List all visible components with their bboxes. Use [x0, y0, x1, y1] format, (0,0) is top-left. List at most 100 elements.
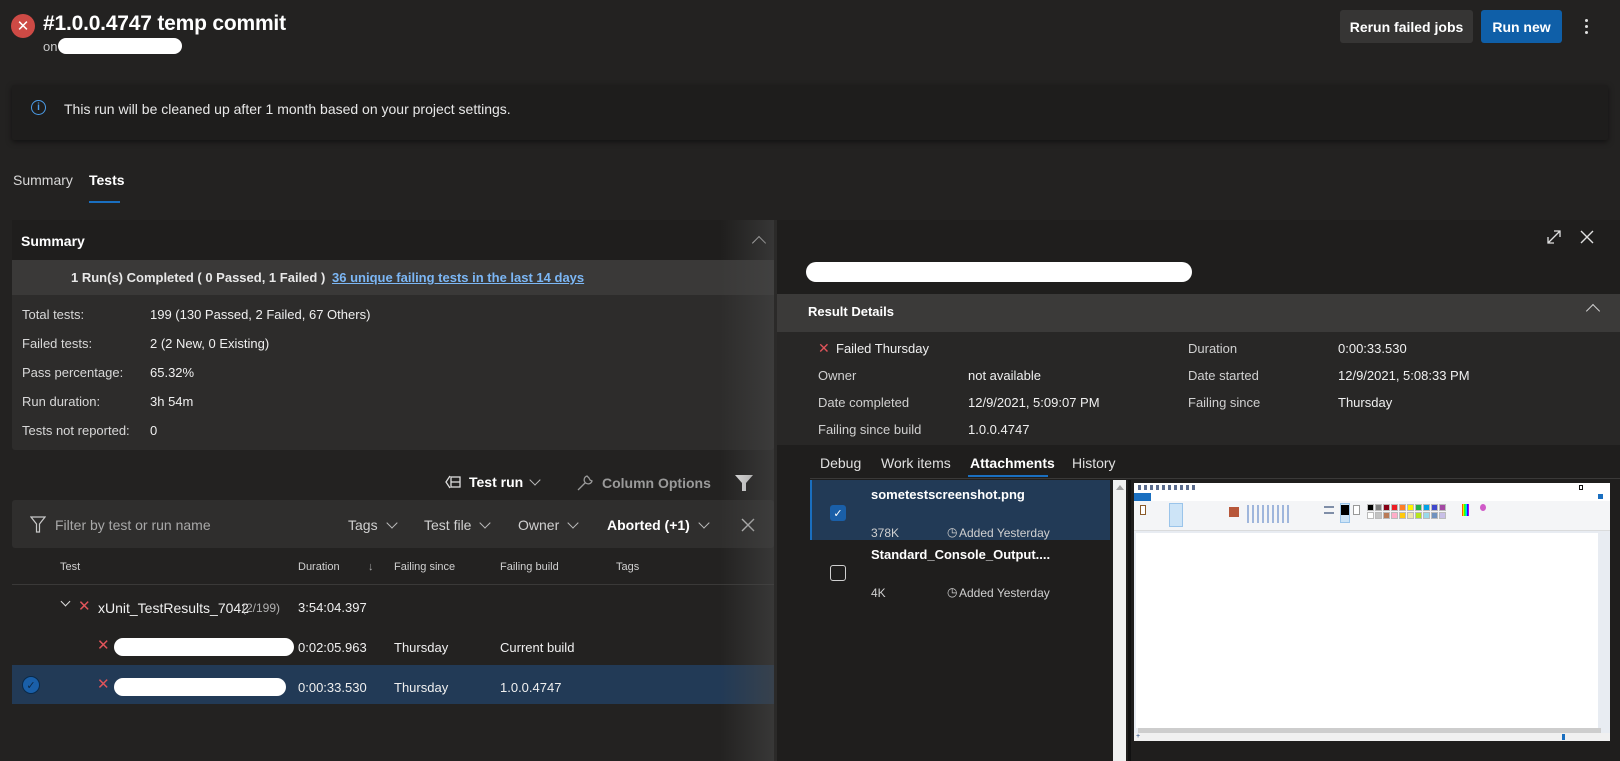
column-header-tags[interactable]: Tags [616, 561, 639, 573]
preview-color-swatch [1423, 504, 1430, 511]
preview-color-swatch [1375, 504, 1382, 511]
attachment-name[interactable]: sometestscreenshot.png [871, 487, 1025, 502]
close-panel-icon[interactable] [1578, 228, 1596, 246]
chevron-down-icon [385, 516, 398, 529]
test-run-group-duration: 3:54:04.397 [298, 600, 367, 615]
test-file-filter-label: Test file [424, 517, 472, 533]
column-header-failing-build[interactable]: Failing build [500, 561, 559, 573]
preview-window-button [1579, 485, 1583, 490]
attachment-name[interactable]: Standard_Console_Output.... [871, 547, 1050, 562]
preview-zoom-slider [1562, 734, 1565, 740]
tab-summary[interactable]: Summary [13, 172, 73, 188]
tags-filter-label: Tags [348, 517, 378, 533]
clear-filters-icon[interactable] [741, 518, 755, 532]
preview-help-icon [1598, 494, 1603, 499]
tab-history[interactable]: History [1072, 455, 1116, 471]
tab-debug[interactable]: Debug [820, 455, 861, 471]
failed-icon: ✕ [97, 676, 110, 693]
test-file-filter-dropdown[interactable]: Test file [424, 516, 492, 533]
chevron-down-icon [567, 516, 579, 529]
filter-toggle-icon[interactable] [735, 475, 753, 491]
detail-label: Failing since build [818, 422, 922, 437]
failing-tests-link[interactable]: 36 unique failing tests in the last 14 d… [332, 270, 584, 285]
row-duration: 0:02:05.963 [298, 640, 367, 655]
attachment-preview-image: + [1134, 483, 1610, 741]
test-run-group-name[interactable]: xUnit_TestResults_7042 [98, 600, 249, 616]
stat-value: 65.32% [150, 365, 195, 380]
info-icon: i [31, 100, 46, 115]
detail-tabs-divider [810, 478, 1620, 479]
group-by-test-run-button[interactable]: Test run [445, 473, 541, 490]
preview-menubar [1134, 493, 1610, 501]
run-title: #1.0.0.4747 temp commit [43, 12, 286, 35]
preview-color-swatch [1367, 512, 1374, 519]
sort-descending-icon: ↓ [368, 561, 374, 573]
redacted-test-name [114, 638, 294, 656]
tab-tests[interactable]: Tests [89, 172, 125, 188]
preview-color-swatch [1439, 504, 1446, 511]
preview-color-swatch [1407, 512, 1414, 519]
attachment-size: 4K [871, 586, 886, 600]
attachment-added: Added Yesterday [959, 586, 1050, 600]
filter-input[interactable]: Filter by test or run name [55, 517, 211, 533]
preview-canvas [1136, 533, 1598, 728]
expand-panel-icon[interactable] [1545, 228, 1563, 246]
preview-size-icon [1324, 506, 1334, 514]
filter-icon [30, 516, 46, 533]
detail-value: not available [968, 368, 1041, 383]
redacted-test-title [806, 262, 1192, 282]
attachments-scrollbar[interactable] [1113, 480, 1126, 761]
preview-color-swatch [1391, 504, 1398, 511]
column-header-duration[interactable]: Duration [298, 561, 340, 573]
attachment-checkbox[interactable] [830, 565, 846, 581]
summary-header[interactable] [12, 220, 774, 260]
preview-3d-icon [1480, 504, 1486, 511]
outcome-filter-dropdown[interactable]: Aborted (+1) [607, 516, 710, 533]
preview-color-swatch [1399, 512, 1406, 519]
wrench-icon [577, 475, 593, 491]
attachment-added: Added Yesterday [959, 526, 1050, 540]
run-new-button[interactable]: Run new [1481, 10, 1562, 43]
attachment-checkbox-checked[interactable]: ✓ [830, 505, 846, 521]
stat-label: Failed tests: [22, 336, 93, 351]
preview-ribbon [1134, 501, 1610, 531]
active-tab-indicator [89, 201, 120, 203]
preview-statusbar: + [1134, 733, 1610, 741]
tab-work-items[interactable]: Work items [881, 455, 951, 471]
failed-icon: ✕ [78, 598, 91, 615]
result-details-title: Result Details [808, 304, 894, 319]
detail-value: 12/9/2021, 5:09:07 PM [968, 395, 1100, 410]
column-header-failing-since[interactable]: Failing since [394, 561, 455, 573]
scroll-up-icon[interactable] [1116, 485, 1124, 490]
redacted-test-name [114, 678, 286, 696]
owner-filter-dropdown[interactable]: Owner [518, 516, 579, 533]
row-failing-since: Thursday [394, 680, 449, 695]
preview-file-tab [1134, 493, 1151, 501]
detail-value: 1.0.0.4747 [968, 422, 1030, 437]
column-header-test[interactable]: Test [60, 561, 80, 573]
group-icon [445, 475, 461, 489]
preview-divider [1128, 480, 1131, 761]
row-duration: 0:00:33.530 [298, 680, 367, 695]
detail-label: Duration [1188, 341, 1238, 356]
stat-value: 2 (2 New, 0 Existing) [150, 336, 270, 351]
rerun-failed-jobs-button[interactable]: Rerun failed jobs [1340, 10, 1473, 43]
expand-group-icon[interactable] [60, 596, 71, 607]
preview-titlebar [1134, 483, 1610, 493]
preview-select-tool [1169, 503, 1183, 527]
preview-color-swatch [1431, 504, 1438, 511]
result-details-header[interactable] [777, 294, 1620, 332]
row-selected-check-icon[interactable]: ✓ [22, 676, 40, 694]
column-options-button[interactable]: Column Options [576, 474, 711, 492]
row-failing-since: Thursday [394, 640, 449, 655]
header-divider [12, 584, 774, 585]
tab-attachments[interactable]: Attachments [970, 455, 1055, 471]
detail-label: Failing since [1188, 395, 1261, 410]
stat-value: 0 [150, 423, 158, 438]
tags-filter-dropdown[interactable]: Tags [348, 516, 398, 533]
preview-color2 [1353, 505, 1360, 515]
detail-value: Thursday [1338, 395, 1393, 410]
more-options-icon[interactable] [1578, 12, 1594, 40]
detail-value: 12/9/2021, 5:08:33 PM [1338, 368, 1470, 383]
preview-color-swatch [1407, 504, 1414, 511]
